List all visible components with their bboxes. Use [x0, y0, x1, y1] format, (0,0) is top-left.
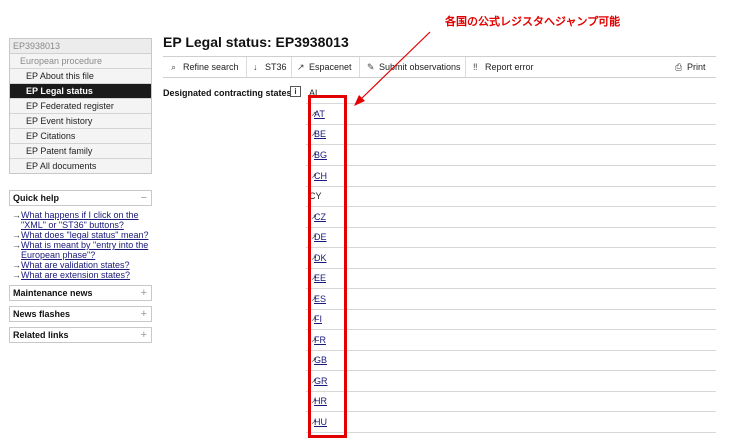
- sidebar-item-all-documents[interactable]: EP All documents: [10, 159, 151, 173]
- refine-search-icon: ⌕: [171, 62, 177, 72]
- toolbar-divider: [246, 57, 247, 77]
- maintenance-news-panel: Maintenance news +: [9, 285, 152, 301]
- page-title: EP Legal status: EP3938013: [163, 34, 349, 50]
- toolbar-divider: [359, 57, 360, 77]
- expand-icon[interactable]: +: [141, 328, 147, 342]
- arrow-right-icon: →: [12, 240, 21, 250]
- state-row-fr: ↗ FR: [306, 330, 716, 351]
- expand-icon[interactable]: +: [141, 307, 147, 321]
- list-item: → What is meant by "entry into the Europe…: [12, 240, 149, 260]
- state-row-at: ↗ AT: [306, 104, 716, 125]
- sidebar: EP3938013 European procedure EP About th…: [9, 38, 152, 343]
- state-row-cz: ↗ CZ: [306, 207, 716, 228]
- quick-help-panel: Quick help −: [9, 190, 152, 206]
- report-error-label: Report error: [485, 62, 534, 72]
- sidebar-file-number: EP3938013: [10, 39, 151, 54]
- external-link-icon: ↗: [297, 62, 305, 72]
- related-links-header[interactable]: Related links +: [10, 328, 151, 342]
- help-link-validation-states[interactable]: What are validation states?: [21, 260, 130, 270]
- arrow-right-icon: →: [12, 260, 21, 270]
- espacenet-label: Espacenet: [309, 62, 352, 72]
- edit-icon: ✎: [367, 62, 375, 72]
- state-row-fi: ↗ FI: [306, 309, 716, 330]
- state-row-bg: ↗ BG: [306, 145, 716, 166]
- list-item: → What are extension states?: [12, 270, 149, 280]
- annotation-highlight-box: [308, 95, 347, 438]
- news-flashes-panel: News flashes +: [9, 306, 152, 322]
- quick-help-links: → What happens if I click on the "XML" or…: [9, 206, 152, 280]
- st36-button[interactable]: ↓ ST36: [253, 61, 287, 73]
- print-label: Print: [687, 62, 706, 72]
- espacenet-button[interactable]: ↗ Espacenet: [297, 61, 352, 73]
- state-row-cy: CY: [306, 186, 716, 207]
- st36-label: ST36: [265, 62, 287, 72]
- refine-search-label: Refine search: [183, 62, 239, 72]
- toolbar: ⌕ Refine search ↓ ST36 ↗ Espacenet ✎ Submit …: [163, 56, 716, 78]
- list-item: → What does "legal status" mean?: [12, 230, 149, 240]
- list-item: → What are validation states?: [12, 260, 149, 270]
- arrow-right-icon: →: [12, 230, 21, 240]
- collapse-icon[interactable]: −: [141, 191, 147, 205]
- sidebar-item-patent-family[interactable]: EP Patent family: [10, 144, 151, 159]
- quick-help-title: Quick help: [13, 193, 60, 203]
- expand-icon[interactable]: +: [141, 286, 147, 300]
- toolbar-divider: [465, 57, 466, 77]
- maintenance-news-header[interactable]: Maintenance news +: [10, 286, 151, 300]
- news-flashes-header[interactable]: News flashes +: [10, 307, 151, 321]
- help-link-extension-states[interactable]: What are extension states?: [21, 270, 130, 280]
- sidebar-item-about[interactable]: EP About this file: [10, 69, 151, 84]
- help-link-european-phase[interactable]: What is meant by "entry into the Europea…: [21, 240, 149, 260]
- annotation-text: 各国の公式レジスタへジャンプ可能: [445, 16, 621, 28]
- submit-observations-label: Submit observations: [379, 62, 461, 72]
- state-row-de: ↗ DE: [306, 227, 716, 248]
- state-row-al: AL: [306, 83, 716, 104]
- submit-observations-button[interactable]: ✎ Submit observations: [367, 61, 461, 73]
- state-row-dk: ↗ DK: [306, 248, 716, 269]
- report-icon: ‼: [473, 62, 478, 72]
- quick-help-header[interactable]: Quick help −: [10, 191, 151, 205]
- sidebar-section-european-procedure: European procedure: [10, 54, 151, 69]
- info-icon[interactable]: i: [290, 86, 301, 97]
- designated-states-label: Designated contracting states: [163, 88, 292, 98]
- state-row-ee: ↗ EE: [306, 268, 716, 289]
- print-button[interactable]: ⎙ Print: [675, 61, 706, 73]
- download-arrow-icon: ↓: [253, 62, 258, 72]
- sidebar-item-event-history[interactable]: EP Event history: [10, 114, 151, 129]
- state-row-gr: ↗ GR: [306, 371, 716, 392]
- state-row-gb: ↗ GB: [306, 350, 716, 371]
- printer-icon: ⎙: [675, 62, 683, 72]
- state-row-hu: ↗ HU: [306, 412, 716, 433]
- arrow-right-icon: →: [12, 210, 21, 220]
- maintenance-news-title: Maintenance news: [13, 288, 93, 298]
- news-flashes-title: News flashes: [13, 309, 71, 319]
- arrow-right-icon: →: [12, 270, 21, 280]
- state-row-es: ↗ ES: [306, 289, 716, 310]
- sidebar-item-federated-register[interactable]: EP Federated register: [10, 99, 151, 114]
- report-error-button[interactable]: ‼ Report error: [473, 61, 534, 73]
- procedure-nav: EP3938013 European procedure EP About th…: [9, 38, 152, 174]
- help-link-legal-status[interactable]: What does "legal status" mean?: [21, 230, 148, 240]
- sidebar-item-citations[interactable]: EP Citations: [10, 129, 151, 144]
- sidebar-item-legal-status[interactable]: EP Legal status: [10, 84, 151, 99]
- help-link-xml-st36[interactable]: What happens if I click on the "XML" or …: [21, 210, 149, 230]
- list-item: → What happens if I click on the "XML" or…: [12, 210, 149, 230]
- state-row-hr: ↗ HR: [306, 391, 716, 412]
- state-row-be: ↗ BE: [306, 124, 716, 145]
- toolbar-divider: [291, 57, 292, 77]
- related-links-title: Related links: [13, 330, 69, 340]
- state-row-ch: ↗ CH: [306, 166, 716, 187]
- related-links-panel: Related links +: [9, 327, 152, 343]
- refine-search-button[interactable]: ⌕ Refine search: [171, 61, 239, 73]
